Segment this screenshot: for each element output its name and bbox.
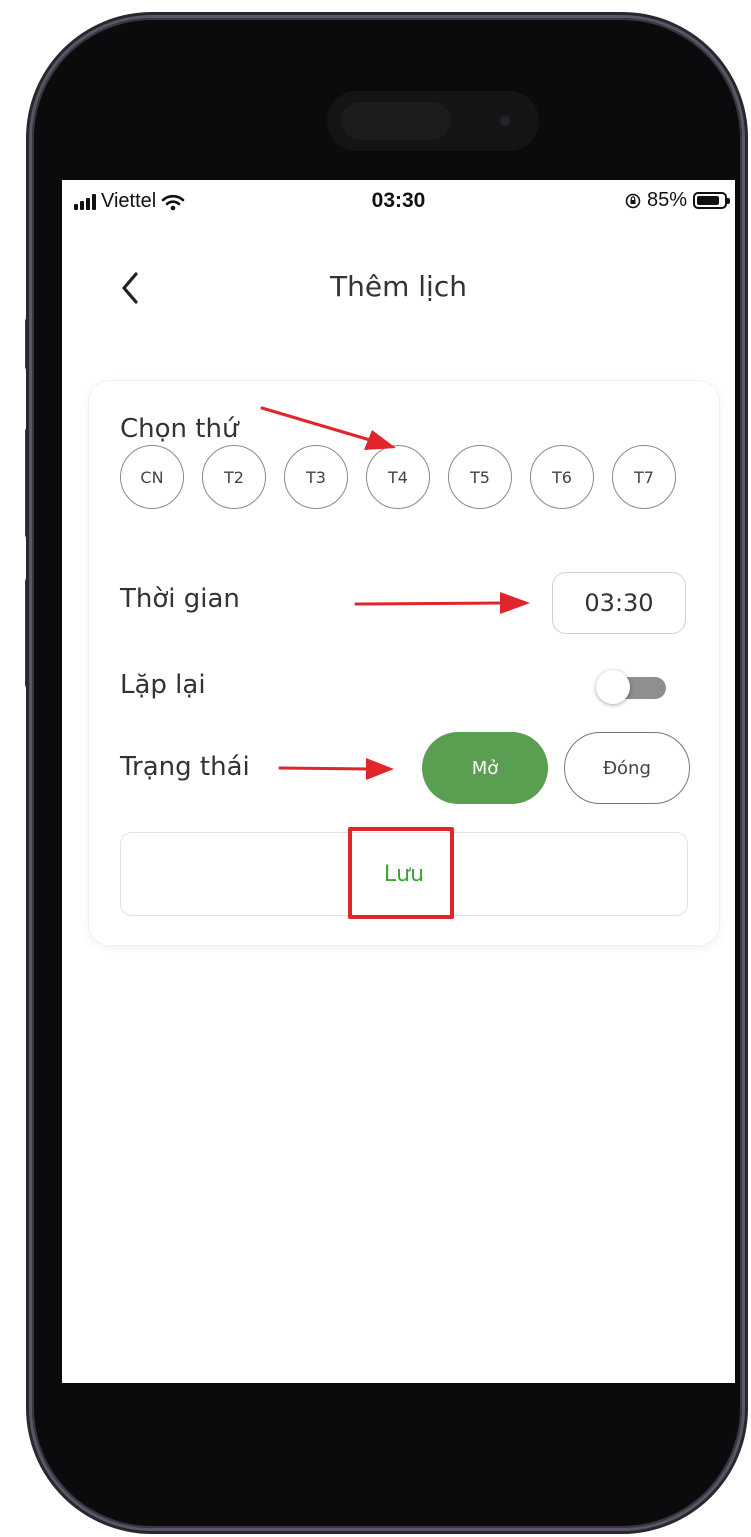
day-selector: CN T2 T3 T4 T5 T6 T7 bbox=[118, 442, 688, 516]
dynamic-island bbox=[327, 91, 539, 151]
toggle-knob bbox=[596, 670, 630, 704]
volume-down-button bbox=[25, 578, 31, 688]
nav-bar: Thêm lịch bbox=[62, 258, 735, 318]
orientation-lock-icon bbox=[625, 193, 641, 208]
day-chip-t7[interactable]: T7 bbox=[612, 445, 676, 509]
day-chip-cn[interactable]: CN bbox=[120, 445, 184, 509]
day-chip-t5[interactable]: T5 bbox=[448, 445, 512, 509]
island-sensor bbox=[341, 102, 451, 140]
battery-percent: 85% bbox=[646, 189, 687, 211]
day-chip-t6[interactable]: T6 bbox=[530, 445, 594, 509]
front-camera bbox=[497, 113, 513, 129]
day-label: Chọn thứ bbox=[120, 414, 239, 444]
battery-icon bbox=[693, 192, 730, 209]
action-button bbox=[25, 318, 31, 370]
status-bar: Viettel 03:30 85% bbox=[62, 180, 735, 226]
repeat-toggle[interactable] bbox=[596, 670, 666, 704]
time-label: Thời gian bbox=[120, 584, 240, 614]
volume-up-button bbox=[25, 428, 31, 538]
day-chip-t2[interactable]: T2 bbox=[202, 445, 266, 509]
status-open-button[interactable]: Mở bbox=[422, 732, 548, 804]
status-label: Trạng thái bbox=[120, 752, 250, 782]
app-screen: Viettel 03:30 85% Thêm lịch Chọn thứ CN … bbox=[62, 180, 735, 1383]
status-closed-button[interactable]: Đóng bbox=[564, 732, 690, 804]
status-right: 85% bbox=[625, 189, 730, 212]
repeat-label: Lặp lại bbox=[120, 670, 206, 700]
annotation-arrow-days bbox=[260, 406, 396, 450]
annotation-arrow-status bbox=[278, 758, 394, 780]
time-picker[interactable]: 03:30 bbox=[552, 572, 686, 634]
annotation-arrow-time bbox=[354, 592, 530, 614]
page-title: Thêm lịch bbox=[330, 270, 467, 303]
save-highlight-box bbox=[348, 827, 454, 919]
